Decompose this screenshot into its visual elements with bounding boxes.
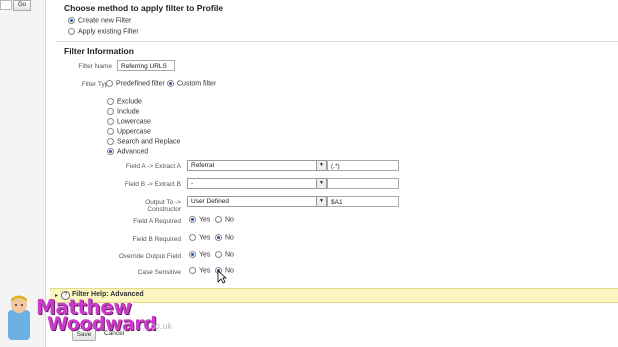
field-b-required-yes[interactable]: Yes — [189, 234, 210, 241]
field-b-select[interactable]: - ▼ — [187, 178, 327, 189]
radio-no[interactable] — [215, 216, 222, 223]
avatar-icon — [8, 295, 30, 340]
radio-custom[interactable] — [167, 80, 174, 87]
radio-create-new[interactable] — [68, 17, 75, 24]
radio-lowercase[interactable] — [107, 118, 114, 125]
chevron-down-icon: ▼ — [316, 197, 326, 206]
radio-exclude[interactable] — [107, 98, 114, 105]
field-a-select[interactable]: Referral ▼ — [187, 160, 327, 171]
go-button[interactable]: Go — [13, 0, 31, 11]
watermark-suffix: .co.uk — [148, 321, 173, 331]
filter-name-input[interactable]: Referring URLS — [117, 60, 175, 71]
chevron-down-icon: ▼ — [316, 161, 326, 170]
mouse-cursor-icon — [217, 270, 227, 284]
radio-advanced[interactable] — [107, 148, 114, 155]
field-b-label: Field B -> Extract B — [124, 181, 181, 188]
filter-name-label: Filter Name — [78, 63, 112, 70]
output-label: Output To -> Constructor — [145, 199, 181, 213]
option-lowercase[interactable]: Lowercase — [107, 118, 151, 125]
field-a-extract-input[interactable]: (.*) — [327, 160, 399, 171]
radio-uppercase[interactable] — [107, 128, 114, 135]
radio-search-replace[interactable] — [107, 138, 114, 145]
watermark-logo: Matthew Woodward .co.uk — [2, 292, 172, 344]
override-output-label: Override Output Field — [118, 253, 181, 260]
radio-no[interactable] — [215, 251, 222, 258]
chevron-down-icon: ▼ — [316, 179, 326, 188]
filter-info-title: Filter Information — [64, 46, 134, 56]
radio-include[interactable] — [107, 108, 114, 115]
radio-yes[interactable] — [189, 251, 196, 258]
filter-type-label: Filter Type — [81, 81, 112, 88]
radio-apply-existing[interactable] — [68, 28, 75, 35]
option-create-new-filter[interactable]: Create new Filter — [68, 17, 131, 24]
divider — [56, 41, 618, 42]
field-a-required-no[interactable]: No — [215, 216, 234, 223]
field-a-required-yes[interactable]: Yes — [189, 216, 210, 223]
case-sensitive-yes[interactable]: Yes — [189, 267, 210, 274]
radio-yes[interactable] — [189, 216, 196, 223]
radio-yes[interactable] — [189, 234, 196, 241]
constructor-input[interactable]: $A1 — [327, 196, 399, 207]
output-select[interactable]: User Defined ▼ — [187, 196, 327, 207]
field-a-label: Field A -> Extract A — [125, 163, 181, 170]
override-output-yes[interactable]: Yes — [189, 251, 210, 258]
radio-predefined[interactable] — [106, 80, 113, 87]
radio-yes[interactable] — [189, 267, 196, 274]
option-custom-filter[interactable]: Custom filter — [167, 80, 216, 87]
sidebar-search-input[interactable] — [0, 0, 12, 10]
option-uppercase[interactable]: Uppercase — [107, 128, 151, 135]
field-b-required-no[interactable]: No — [215, 234, 234, 241]
override-output-no[interactable]: No — [215, 251, 234, 258]
field-b-extract-input[interactable] — [327, 178, 399, 189]
radio-no[interactable] — [215, 234, 222, 241]
method-title: Choose method to apply filter to Profile — [64, 3, 224, 13]
option-search-replace[interactable]: Search and Replace — [107, 138, 180, 145]
watermark-line2: Woodward — [47, 313, 157, 335]
case-sensitive-label: Case Sensitive — [137, 269, 181, 276]
option-include[interactable]: Include — [107, 108, 140, 115]
field-a-required-label: Field A Required — [133, 218, 181, 225]
field-b-required-label: Field B Required — [132, 236, 181, 243]
option-predefined-filter[interactable]: Predefined filter — [106, 80, 165, 87]
option-apply-existing-filter[interactable]: Apply existing Filter — [68, 28, 139, 35]
option-advanced[interactable]: Advanced — [107, 148, 148, 155]
option-exclude[interactable]: Exclude — [107, 98, 142, 105]
